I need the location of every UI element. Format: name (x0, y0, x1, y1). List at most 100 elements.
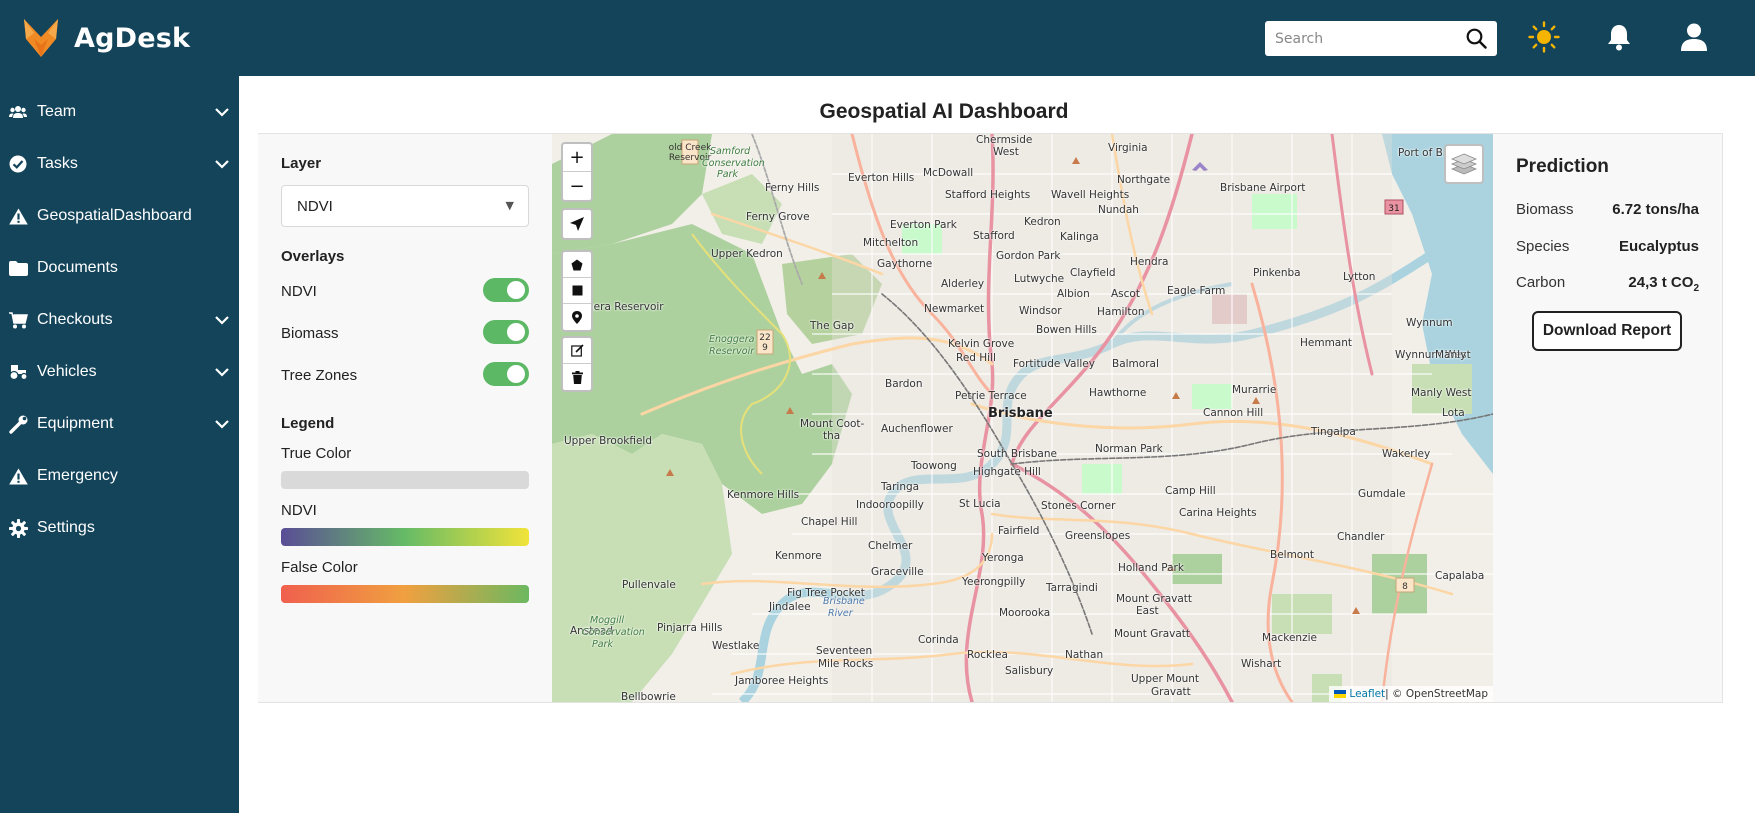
map-label: South Brisbane (977, 448, 1057, 460)
legend-true-color-label: True Color (281, 445, 352, 462)
draw-toolbar (561, 250, 593, 332)
sidebar-item-tasks[interactable]: Tasks (0, 138, 239, 190)
map-label: Wynnum (1406, 317, 1453, 329)
user-icon[interactable] (1677, 20, 1711, 54)
sidebar-item-emergency[interactable]: Emergency (0, 450, 239, 502)
sidebar-item-documents[interactable]: Documents (0, 242, 239, 294)
map-label: Nathan (1065, 649, 1104, 661)
map-label: Kelvin Grove (948, 338, 1015, 350)
map-label: Hawthorne (1089, 387, 1147, 399)
search-input[interactable] (1275, 22, 1465, 55)
map-label: Petrie Terrace (955, 390, 1027, 402)
map-label: Salisbury (1005, 665, 1054, 677)
overlay-toggle-tree-zones[interactable] (483, 362, 529, 386)
prediction-value: Eucalyptus (1618, 238, 1699, 255)
check-circle-icon (8, 154, 28, 174)
zoom-in-button[interactable]: + (563, 144, 591, 172)
sun-icon[interactable] (1527, 20, 1561, 54)
map-label: Cannon Hill (1203, 407, 1264, 419)
route-shield-8: 9 (762, 343, 768, 353)
search-box[interactable] (1265, 21, 1497, 56)
draw-polygon-button[interactable] (563, 252, 591, 278)
overlay-toggle-ndvi[interactable] (483, 278, 529, 302)
map-label: Wakerley (1382, 448, 1431, 460)
prediction-value-carbon: 24,3 t CO2 (1628, 274, 1699, 294)
map-label: Lytton (1343, 271, 1376, 283)
draw-marker-button[interactable] (563, 304, 591, 330)
legend-ndvi-bar (281, 528, 529, 546)
sidebar-item-equipment[interactable]: Equipment (0, 398, 239, 450)
layer-select[interactable]: NDVI ▼ (281, 185, 529, 227)
map-label: Everton Park (890, 219, 957, 231)
draw-rectangle-button[interactable] (563, 278, 591, 304)
cart-icon (8, 310, 28, 330)
map-label: Gumdale (1358, 488, 1406, 500)
map-label: Bowen Hills (1036, 324, 1097, 336)
map-label: Westlake (712, 640, 760, 652)
location-arrow-icon (570, 217, 584, 231)
overlay-label-ndvi: NDVI (281, 283, 317, 300)
caret-down-icon: ▼ (505, 199, 514, 212)
layers-icon (1451, 153, 1477, 175)
map-water-label: Brisbane (823, 596, 865, 607)
locate-button[interactable] (563, 210, 591, 238)
map-label: Wishart (1241, 658, 1282, 670)
overlay-toggle-biomass[interactable] (483, 320, 529, 344)
map-label: The Gap (810, 320, 855, 332)
edit-layers-button[interactable] (563, 338, 591, 364)
sidebar-item-team[interactable]: Team (0, 86, 239, 138)
map-label: gera Reservoir (587, 301, 664, 313)
bell-icon[interactable] (1602, 20, 1636, 54)
edit-toolbar (561, 336, 593, 392)
layer-controls: Layer NDVI ▼ Overlays NDVI Biomass Tree … (258, 134, 552, 702)
map-label: Albion (1057, 288, 1090, 300)
map-label: Camp Hill (1165, 485, 1216, 497)
download-report-button[interactable]: Download Report (1532, 311, 1682, 351)
sidebar-item-label: Emergency (37, 467, 118, 484)
map-label: Hamilton (1097, 306, 1145, 318)
map-park-label: Park (592, 639, 613, 650)
map-label: Brisbane (988, 406, 1053, 421)
map-label: Newmarket (924, 303, 985, 315)
tractor-icon (8, 362, 28, 382)
map-label: Mount Gravatt (1116, 593, 1193, 605)
map-label: Yeronga (982, 552, 1024, 564)
map-label: Seventeen (816, 645, 873, 657)
toggle-knob (507, 365, 525, 383)
map-label: Manly (1435, 349, 1467, 361)
map-label: Chermside (976, 134, 1033, 146)
map-label: Carina Heights (1179, 507, 1257, 519)
map-park-label: Reservoir (709, 346, 755, 357)
pentagon-icon (571, 259, 583, 270)
zoom-out-button[interactable]: − (563, 172, 591, 200)
map-label: Fairfield (998, 525, 1040, 537)
map-label: Stones Corner (1041, 500, 1116, 512)
sidebar-item-label: Equipment (37, 415, 114, 432)
trash-icon (571, 370, 583, 384)
layer-label: Layer (281, 155, 322, 172)
map-view[interactable]: old Creek Reservoir 22 9 31 8 Brisbane C… (552, 134, 1493, 702)
map-label: Belmont (1270, 549, 1315, 561)
map-label: Yeerongpilly (962, 576, 1026, 588)
carbon-subscript: 2 (1693, 283, 1699, 294)
legend-true-color-bar (281, 471, 529, 489)
map-label: Manly West (1411, 387, 1472, 399)
map-label: Indooroopilly (856, 499, 924, 511)
map-label: Windsor (1019, 305, 1062, 317)
sidebar-item-checkouts[interactable]: Checkouts (0, 294, 239, 346)
top-bar: AgDesk (0, 0, 1755, 76)
delete-layers-button[interactable] (563, 364, 591, 390)
brand[interactable]: AgDesk (22, 16, 190, 60)
sidebar-item-geospatial-dashboard[interactable]: GeospatialDashboard (0, 190, 239, 242)
leaflet-link[interactable]: Leaflet (1349, 688, 1385, 700)
map-label: Hendra (1130, 256, 1169, 268)
prediction-title: Prediction (1516, 156, 1609, 177)
sidebar-item-vehicles[interactable]: Vehicles (0, 346, 239, 398)
map-attribution: Leaflet | © OpenStreetMap (1329, 686, 1493, 702)
sidebar-item-label: GeospatialDashboard (37, 207, 192, 224)
map-label: Taringa (881, 481, 920, 493)
layer-switcher-button[interactable] (1444, 144, 1484, 184)
sidebar-item-settings[interactable]: Settings (0, 502, 239, 554)
search-icon[interactable] (1466, 28, 1487, 49)
map-label: Eagle Farm (1167, 285, 1226, 297)
